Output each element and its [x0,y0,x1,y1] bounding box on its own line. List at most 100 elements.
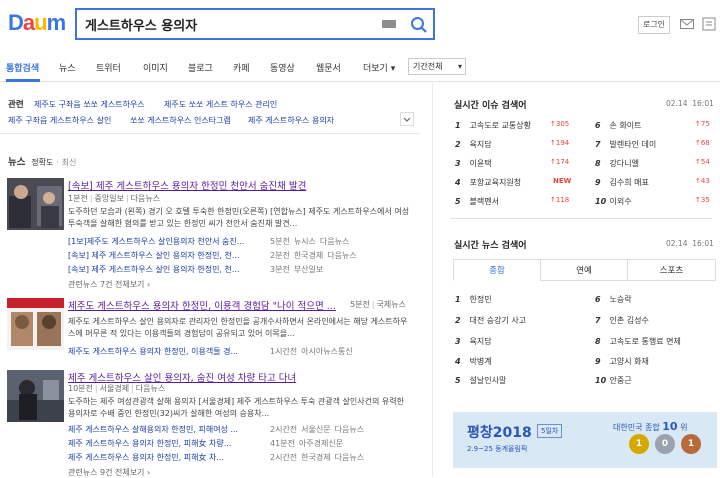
news-keyword-item[interactable]: 8 고속도로 통행료 면제 [595,336,681,347]
keyword-label: 안중근 [609,376,632,385]
article-thumbnail[interactable] [7,298,64,350]
tab-image[interactable]: 이미지 [143,61,168,74]
mail-icon[interactable] [680,19,694,29]
issue-item[interactable]: 4 포항교육지원청 NEW [455,177,571,188]
article-source[interactable]: 국제뉴스 [377,300,406,309]
related-article-title[interactable]: [속보] 제주 게스트하우스 살인 용의자 한정민, 천... [68,264,266,275]
apps-grid-icon[interactable] [702,17,716,31]
tab-video[interactable]: 동영상 [270,61,295,74]
tab-blog[interactable]: 블로그 [188,61,213,74]
issue-item[interactable]: 9 김수희 매표 ↑43 [595,177,713,188]
article-title[interactable]: 제주도 게스트하우스 용의자 한정민, 이용객 경험담 "나이 적으면 ... [68,298,343,312]
period-select[interactable]: 기간전체 ▾ [408,58,466,75]
news-keyword-item[interactable]: 1 한정민 [455,294,492,305]
tab-web[interactable]: 웹문서 [316,61,341,74]
sort-latest[interactable]: 최신 [62,158,77,167]
news-keyword-item[interactable]: 10 안중근 [595,375,632,386]
tab-overall[interactable]: 종합 [453,259,541,281]
related-article: 제주 게스트하우스 용의자 한정민, 피해女 차량... 41분전 아주경제신문 [68,438,343,449]
issue-item[interactable]: 5 블랙펜서 ↑118 [455,196,569,207]
related-article: 제주 게스트하우스 용의자 한정민, 피해女 차... 2시간전 한국경제 다음뉴스 [68,452,364,463]
related-article-source[interactable]: 아주경제신문 [299,439,343,448]
view-all-related-link[interactable]: 관련뉴스 7건 전체보기 › [68,279,150,290]
related-article-title[interactable]: [속보] 제주 게스트하우스 살인 용의자 한정민, 천... [68,250,266,261]
tab-cafe[interactable]: 카페 [233,61,250,74]
article-title[interactable]: [속보] 제주 게스트하우스 용의자 한정민 천안서 숨진채 발견 [68,178,306,192]
tab-integrated[interactable]: 통합검색 [6,61,39,74]
related-article-time: 2분전 [270,251,290,260]
issue-label: 이윤택 [469,159,492,168]
article-source[interactable]: 서울경제 [100,384,129,393]
news-keyword-item[interactable]: 2 대전 승강기 사고 [455,315,526,326]
article-title[interactable]: 제주 게스트하우스 살인 용의자, 숨진 여성 차량 타고 다녀 [68,370,296,384]
article-source[interactable]: 중앙일보 [95,194,124,203]
related-article-portal[interactable]: 다음뉴스 [335,453,364,462]
issue-item[interactable]: 8 강다니엘 ↑54 [595,158,713,169]
article-portal[interactable]: 다음뉴스 [136,384,165,393]
related-article-portal[interactable]: 다음뉴스 [327,251,356,260]
related-article-title[interactable]: 제주도 게스트하우스 용의자 한정민, 이용객들 경... [68,346,266,357]
related-article-portal[interactable]: 다음뉴스 [335,425,364,434]
issue-item[interactable]: 2 육지담 ↑194 [455,139,569,150]
related-article-portal[interactable]: 다음뉴스 [320,237,349,246]
tab-news[interactable]: 뉴스 [59,61,76,74]
related-link[interactable]: 쏘쏘 게스트하우스 인스타그램 [130,115,231,126]
issue-item[interactable]: 6 손 화이트 ↑75 [595,120,713,131]
news-keyword-item[interactable]: 6 노승락 [595,294,632,305]
issue-item[interactable]: 1 고속도로 교통상황 ↑305 [455,120,569,131]
news-keyword-item[interactable]: 4 박병계 [455,356,492,367]
related-article-source[interactable]: 서울신문 [301,425,330,434]
sort-accuracy[interactable]: 정확도 [31,158,53,167]
tab-entertainment[interactable]: 연예 [540,259,628,281]
related-article: [속보] 제주 게스트하우스 살인 용의자 한정민, 천... 3분전 부산일보 [68,264,323,275]
expand-related-button[interactable] [400,112,414,126]
related-link[interactable]: 제주도 쏘쏘 게스트 하우스 관리인 [164,99,277,110]
tab-twitter[interactable]: 트위터 [96,61,121,74]
related-article-title[interactable]: 제주 게스트하우스 살해용의자 한정민, 피해여성 ... [68,424,266,435]
related-article-source[interactable]: 한국경제 [301,453,330,462]
related-article-source[interactable]: 부산일보 [294,265,323,274]
more-tab[interactable]: 더보기 ▾ [363,61,395,74]
related-article-title[interactable]: [1보]제주도 게스트하우스 살인용의자 천안서 숨진... [68,236,266,247]
article-thumbnail[interactable] [7,370,64,422]
bronze-medal-count: 1 [681,434,701,454]
timestamp-date: 02.14 [666,99,688,108]
issue-label: 블랙펜서 [469,197,499,206]
issue-item[interactable]: 10 이외수 ↑35 [595,196,713,207]
login-button[interactable]: 로그인 [638,16,670,34]
olympics-banner[interactable]: 평창2018 5일차 2.9~25 동계올림픽 대한민국 종합 10 위 1 0… [453,412,717,468]
related-article-source[interactable]: 아시아뉴스통신 [301,347,353,356]
view-all-related-link[interactable]: 관련뉴스 9건 전체보기 › [68,467,150,478]
article-meta: 10분전 | 서울경제 | 다음뉴스 [68,384,166,393]
article-portal[interactable]: 다음뉴스 [131,194,160,203]
issue-item[interactable]: 7 발렌타인 데이 ↑68 [595,139,713,150]
related-article-title[interactable]: 제주 게스트하우스 용의자 한정민, 피해女 차... [68,452,266,463]
issue-delta: ↑43 [695,177,710,185]
related-link[interactable]: 제주 게스트하우스 용의자 [248,115,334,126]
related-article-source[interactable]: 한국경제 [294,251,323,260]
keyboard-icon[interactable] [382,20,396,28]
search-button[interactable] [409,15,429,35]
related-link[interactable]: 제주도 구좌읍 쏘쏘 게스트하우스 [34,99,145,110]
period-select-value: 기간전체 [413,62,443,71]
tab-sports[interactable]: 스포츠 [627,259,716,281]
issue-rank: 3 [455,159,461,168]
news-keyword-item[interactable]: 7 인촌 김성수 [595,315,649,326]
logo-letter: u [34,10,47,35]
related-article-source[interactable]: 뉴시스 [294,237,316,246]
banner-title: 평창2018 [467,425,532,441]
search-input[interactable] [85,15,365,33]
logo-letter: m [46,10,67,35]
issue-label: 손 화이트 [609,121,642,130]
article-thumbnail[interactable] [7,178,64,230]
related-article-title[interactable]: 제주 게스트하우스 용의자 한정민, 피해女 차량... [68,438,266,449]
news-keyword-item[interactable]: 3 육지담 [455,336,492,347]
news-keyword-item[interactable]: 5 설날인사말 [455,375,506,386]
related-link[interactable]: 제주 구좌읍 게스트하우스 살인 [8,115,111,126]
daum-logo[interactable]: Daum [8,10,67,36]
sort-separator: · [56,158,59,167]
article-meta: 1분전 | 중앙일보 | 다음뉴스 [68,194,161,203]
realtime-news-title: 실시간 뉴스 검색어 [454,241,527,251]
issue-item[interactable]: 3 이윤택 ↑174 [455,158,569,169]
news-keyword-item[interactable]: 9 고양시 화재 [595,356,649,367]
